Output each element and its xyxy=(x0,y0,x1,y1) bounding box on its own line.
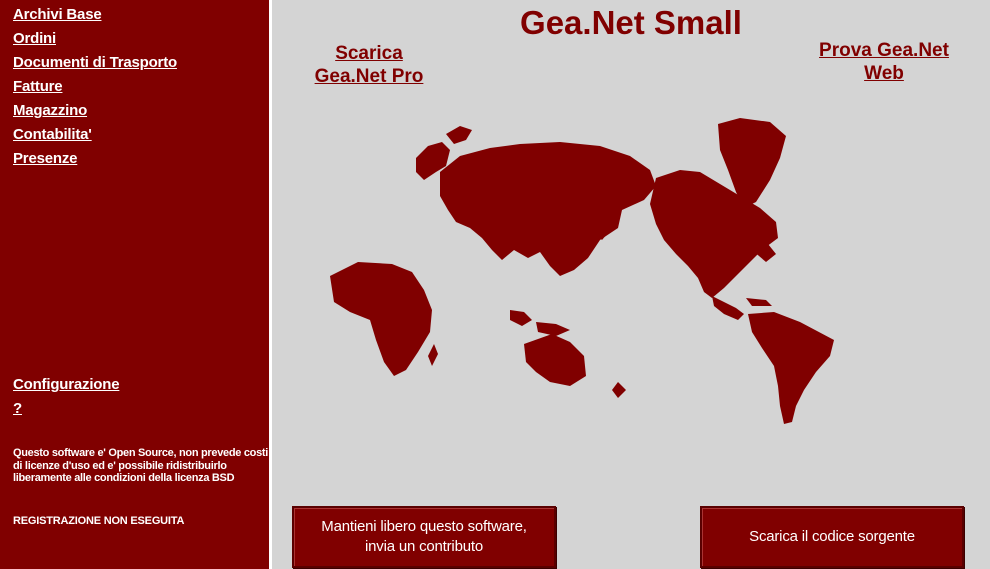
contribute-button-label: Mantieni libero questo software, invia u… xyxy=(321,517,527,557)
open-source-notice: Questo software e' Open Source, non prev… xyxy=(13,447,269,484)
contribute-button[interactable]: Mantieni libero questo software, invia u… xyxy=(292,506,556,568)
menu-item-archivi-base: Archivi Base xyxy=(13,6,177,30)
menu-link-magazzino[interactable]: Magazzino xyxy=(13,102,87,119)
try-web-line2: Web xyxy=(864,63,904,84)
menu-item-contabilita: Contabilita' xyxy=(13,126,177,150)
contribute-line1: Mantieni libero questo software, xyxy=(321,518,527,535)
contribute-line2: invia un contributo xyxy=(365,538,483,555)
download-pro-line1: Scarica xyxy=(335,43,403,64)
menu-link-ordini[interactable]: Ordini xyxy=(13,30,56,47)
menu-item-ordini: Ordini xyxy=(13,30,177,54)
try-web-link[interactable]: Prova Gea.Net Web xyxy=(798,39,970,85)
configuration-link[interactable]: Configurazione xyxy=(13,376,120,393)
sidebar: Archivi Base Ordini Documenti di Traspor… xyxy=(0,0,269,569)
menu-item-magazzino: Magazzino xyxy=(13,102,177,126)
main-menu: Archivi Base Ordini Documenti di Traspor… xyxy=(13,6,177,174)
help-link[interactable]: ? xyxy=(13,400,22,417)
menu-link-archivi-base[interactable]: Archivi Base xyxy=(13,6,102,23)
world-map-icon xyxy=(330,118,834,424)
menu-link-fatture[interactable]: Fatture xyxy=(13,78,63,95)
page-title: Gea.Net Small xyxy=(520,4,742,41)
sidebar-divider xyxy=(269,0,272,569)
registration-status: REGISTRAZIONE NON ESEGUITA xyxy=(13,515,185,527)
download-source-button[interactable]: Scarica il codice sorgente xyxy=(700,506,964,568)
menu-link-documenti-trasporto[interactable]: Documenti di Trasporto xyxy=(13,54,177,71)
download-pro-line2: Gea.Net Pro xyxy=(314,66,424,87)
menu-item-fatture: Fatture xyxy=(13,78,177,102)
menu-link-presenze[interactable]: Presenze xyxy=(13,150,77,167)
settings-menu: Configurazione ? xyxy=(13,376,120,424)
menu-item-presenze: Presenze xyxy=(13,150,177,174)
download-pro-link[interactable]: Scarica Gea.Net Pro xyxy=(298,42,440,88)
menu-link-contabilita[interactable]: Contabilita' xyxy=(13,126,92,143)
try-web-line1: Prova Gea.Net xyxy=(819,40,949,61)
menu-item-documenti-trasporto: Documenti di Trasporto xyxy=(13,54,177,78)
